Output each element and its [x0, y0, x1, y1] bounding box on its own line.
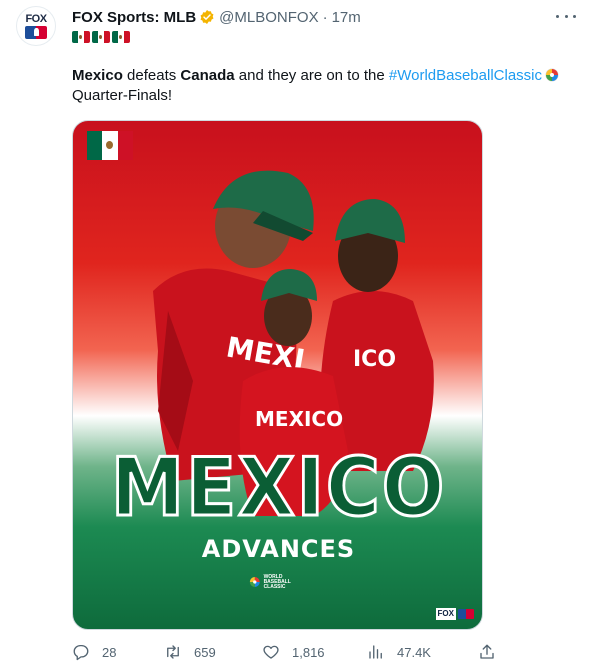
retweet-count: 659 [194, 644, 216, 660]
text-part-1: defeats [122, 67, 181, 84]
retweet-button[interactable]: 659 [164, 642, 216, 662]
text-part-3: Quarter-Finals! [72, 87, 173, 104]
team-canada: Canada [180, 67, 235, 84]
views-count: 47.4K [397, 644, 431, 660]
share-icon [480, 644, 494, 659]
tweet-text: Mexico defeats Canada and they are on to… [72, 66, 582, 106]
tweet-image[interactable]: MEXI ICO MEXICO MEXICO ADVANCES WORLD BA… [72, 120, 483, 630]
mexico-flag-icon [112, 31, 130, 43]
svg-text:MEXICO: MEXICO [255, 407, 343, 431]
share-button[interactable] [478, 642, 508, 662]
avatar[interactable]: FOX [16, 6, 56, 46]
world-baseball-classic-logo-icon [249, 577, 260, 587]
mlb-logo-icon [458, 609, 474, 619]
tweet-header: FOX Sports: MLB @MLBONFOX · 17m [72, 7, 361, 27]
mexico-flag-icon [72, 31, 90, 43]
avatar-fox-logo-text: FOX [25, 12, 47, 25]
display-name[interactable]: FOX Sports: MLB [72, 9, 196, 26]
verified-badge-icon[interactable] [199, 9, 215, 25]
world-baseball-classic-icon [545, 68, 559, 82]
mlb-logo-icon [25, 25, 47, 39]
poster-subheadline: ADVANCES [201, 535, 356, 563]
retweet-icon [167, 645, 179, 659]
views-button[interactable]: 47.4K [367, 642, 431, 662]
wbc-logo: WORLD BASEBALL CLASSIC [249, 571, 309, 593]
like-count: 1,816 [292, 644, 325, 660]
flag-emojis [72, 31, 130, 45]
views-chart-icon [369, 645, 382, 659]
text-part-2: and they are on to the [234, 67, 389, 84]
timestamp[interactable]: 17m [332, 9, 361, 26]
more-options-icon[interactable] [556, 8, 576, 24]
tweet[interactable]: FOX FOX Sports: MLB @MLBONFOX · 17m Mexi… [0, 0, 592, 662]
reply-button[interactable]: 28 [72, 642, 116, 662]
action-bar: 28 659 1,816 47.4K [72, 642, 502, 662]
svg-text:ICO: ICO [353, 347, 396, 372]
mexico-flag-icon [92, 31, 110, 43]
handle[interactable]: @MLBONFOX [219, 9, 318, 26]
separator-dot: · [322, 8, 328, 26]
fox-logo-text: FOX [435, 608, 456, 620]
broadcaster-logo: FOX [435, 607, 474, 621]
team-mexico: Mexico [72, 67, 123, 84]
reply-icon [73, 644, 89, 661]
wbc-logo-text: WORLD BASEBALL CLASSIC [263, 573, 291, 590]
heart-icon [263, 645, 279, 659]
reply-count: 28 [102, 644, 117, 660]
hashtag-link[interactable]: #WorldBaseballClassic [389, 67, 542, 84]
poster-headline: MEXICO [109, 441, 447, 534]
like-button[interactable]: 1,816 [262, 642, 325, 662]
